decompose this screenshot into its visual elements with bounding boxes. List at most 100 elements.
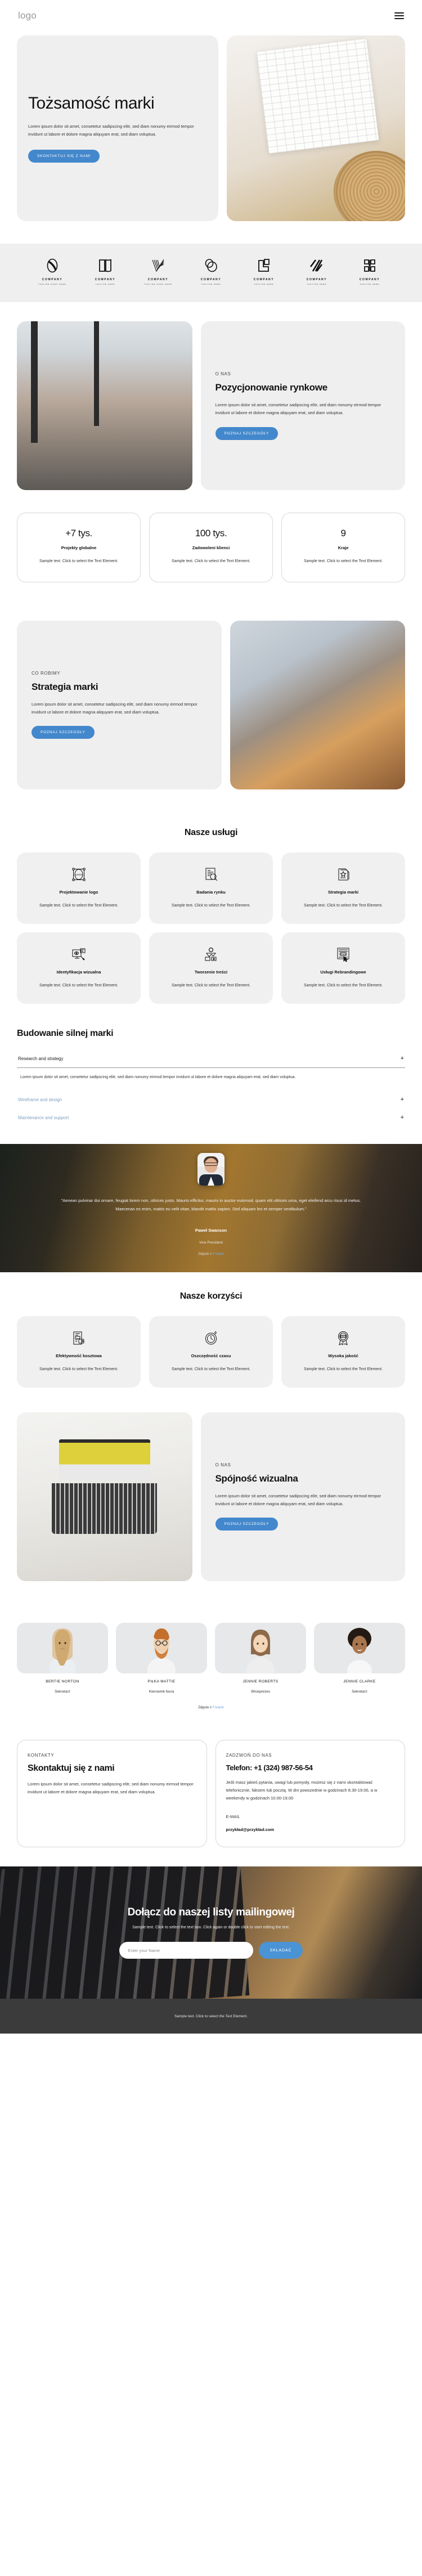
- client-logo-6[interactable]: COMPANY TAGLINE HERE: [298, 257, 336, 285]
- freepik-link[interactable]: Freepik: [213, 1706, 224, 1709]
- client-logo-2[interactable]: COMPANY TAGLINE HERE: [86, 257, 124, 285]
- client-logo-tagline: TAGLINE GOES HERE: [144, 283, 172, 285]
- client-logo-1[interactable]: COMPANY TAGLINE GOES HERE: [33, 257, 71, 285]
- site-logo[interactable]: logo: [18, 10, 37, 21]
- brand-strategy-cta-button[interactable]: POZNAJ SZCZEGÓŁY: [32, 726, 95, 739]
- stat-card: 9 Kraje Sample text. Click to select the…: [281, 513, 405, 582]
- team-section: BERTIE NORTON Sekretarz PIŁKA MATTIE Kie…: [0, 1600, 422, 1723]
- svg-text:BRAND: BRAND: [339, 953, 347, 955]
- hero-title: Tożsamość marki: [28, 93, 155, 113]
- freepik-link[interactable]: Freepik: [213, 1253, 224, 1256]
- plus-icon[interactable]: +: [401, 1096, 404, 1103]
- hero-cta-button[interactable]: SKONTAKTUJ SIĘ Z NAMI: [28, 150, 100, 163]
- phone-number[interactable]: Telefon: +1 (324) 987-56-54: [226, 1763, 395, 1772]
- market-positioning-image: [17, 321, 192, 490]
- brand-strategy-image: [230, 620, 405, 789]
- service-card[interactable]: BRAND Usługi Rebrandingowe Sample text. …: [281, 932, 405, 1004]
- service-description: Sample text. Click to select the Text El…: [39, 983, 118, 988]
- service-title: Identyfikacja wizualna: [56, 969, 101, 975]
- market-positioning-title: Pozycjonowanie rynkowe: [215, 382, 328, 393]
- hamburger-icon[interactable]: [394, 12, 404, 19]
- oval-mono-icon: [46, 257, 59, 274]
- stat-label: Kraje: [338, 545, 349, 550]
- plus-icon[interactable]: +: [401, 1055, 404, 1062]
- service-card[interactable]: Identyfikacja wizualna Sample text. Clic…: [17, 932, 141, 1004]
- service-description: Sample text. Click to select the Text El…: [304, 983, 383, 988]
- testimonial-photo-credit: Zdjęcie z Freepik: [198, 1253, 224, 1256]
- team-member-name: BERTIE NORTON: [46, 1679, 79, 1684]
- market-research-icon: [157, 866, 265, 883]
- client-logo-3[interactable]: COMPANY TAGLINE GOES HERE: [139, 257, 177, 285]
- benefit-card[interactable]: Efektywność kosztowa Sample text. Click …: [17, 1316, 141, 1388]
- plus-icon[interactable]: +: [401, 1114, 404, 1121]
- brand-strategy-paragraph: Lorem ipsum dolor sit amet, consetetur s…: [32, 701, 197, 715]
- service-card[interactable]: Strategia marki Sample text. Click to se…: [281, 852, 405, 924]
- svg-text:LOGO: LOGO: [75, 873, 83, 876]
- visual-consistency-section: O NAS Spójność wizualna Lorem ipsum dolo…: [0, 1393, 422, 1600]
- clock-icon: [157, 1330, 265, 1347]
- service-card[interactable]: LOGO Projektowanie logo Sample text. Cli…: [17, 852, 141, 924]
- email-address[interactable]: przykład@przykład.com: [226, 1827, 395, 1832]
- client-logo-tagline: TAGLINE HERE: [201, 283, 221, 285]
- team-member-card[interactable]: BERTIE NORTON Sekretarz: [17, 1622, 108, 1694]
- testimonial-quote: "Aenean pulvinar dui ornare, feugiat lor…: [61, 1197, 361, 1211]
- market-positioning-eyebrow: O NAS: [215, 371, 231, 377]
- open-book-icon: [98, 257, 113, 274]
- contact-card-primary: KONTAKTY Skontaktuj się z nami Lorem ips…: [17, 1739, 207, 1848]
- client-logo-5[interactable]: COMPANY TAGLINE HERE: [245, 257, 283, 285]
- visual-consistency-eyebrow: O NAS: [215, 1462, 231, 1468]
- logo-design-icon: LOGO: [25, 866, 133, 883]
- service-title: Tworzenie treści: [194, 969, 228, 975]
- quality-badge-icon: QUALITY: [289, 1330, 397, 1347]
- client-logo-tagline: TAGLINE HERE: [95, 283, 115, 285]
- contact-card-phone: ZADZWOŃ DO NAS Telefon: +1 (324) 987-56-…: [215, 1739, 405, 1848]
- accordion-item-wireframe: Wireframe and design +: [17, 1091, 405, 1109]
- hero-image: [226, 35, 405, 221]
- newsletter-content: Dołącz do naszej listy mailingowej Sampl…: [31, 1906, 391, 1959]
- stat-number: +7 tys.: [65, 528, 92, 538]
- newsletter-title: Dołącz do naszej listy mailingowej: [127, 1906, 295, 1919]
- benefit-card[interactable]: Oszczędność czasu Sample text. Click to …: [149, 1316, 273, 1388]
- benefit-card[interactable]: QUALITY Wysoka jakość Sample text. Click…: [281, 1316, 405, 1388]
- service-card[interactable]: Badania rynku Sample text. Click to sele…: [149, 852, 273, 924]
- brand-strategy-icon: [289, 866, 397, 883]
- stat-label: Projekty globalne: [61, 545, 97, 550]
- team-member-card[interactable]: PIŁKA MATTIE Kierownik biura: [116, 1622, 207, 1694]
- newsletter-section: Dołącz do naszej listy mailingowej Sampl…: [0, 1866, 422, 1999]
- team-member-card[interactable]: JENNIE ROBERTS Wiceprezes: [215, 1622, 306, 1694]
- market-positioning-panel: O NAS Pozycjonowanie rynkowe Lorem ipsum…: [200, 321, 405, 490]
- market-positioning-cta-button[interactable]: POZNAJ SZCZEGÓŁY: [215, 427, 279, 440]
- team-member-card[interactable]: JENNIE CLARKE Sekretarz: [314, 1622, 405, 1694]
- brand-strategy-eyebrow: CO ROBIMY: [32, 671, 61, 676]
- content-creation-icon: [157, 946, 265, 963]
- client-logo-tagline: TAGLINE HERE: [254, 283, 274, 285]
- benefit-title: Wysoka jakość: [328, 1353, 358, 1358]
- newsletter-name-input[interactable]: [119, 1942, 253, 1959]
- client-logo-4[interactable]: COMPANY TAGLINE HERE: [192, 257, 230, 285]
- accordion-label: Research and strategy: [18, 1056, 64, 1061]
- stat-description: Sample text. Click to select the Text El…: [304, 559, 383, 563]
- client-logo-name: COMPANY: [95, 278, 116, 281]
- stat-label: Zadowoleni klienci: [192, 545, 230, 550]
- double-circle-icon: [204, 257, 218, 274]
- footer-text: Sample text. Click to select the Text El…: [174, 2014, 248, 2018]
- newsletter-submit-button[interactable]: SKŁADAĆ: [258, 1942, 303, 1959]
- accordion-header[interactable]: Maintenance and support +: [17, 1109, 405, 1127]
- service-title: Badania rynku: [196, 889, 226, 895]
- services-grid: LOGO Projektowanie logo Sample text. Cli…: [17, 852, 405, 1004]
- team-photo-credit: Zdjęcie z Freepik: [17, 1706, 405, 1709]
- service-description: Sample text. Click to select the Text El…: [39, 903, 118, 908]
- client-logo-7[interactable]: COMPANY TAGLINE HERE: [351, 257, 389, 285]
- service-description: Sample text. Click to select the Text El…: [172, 983, 250, 988]
- accordion-header[interactable]: Research and strategy +: [17, 1050, 405, 1067]
- accordion-header[interactable]: Wireframe and design +: [17, 1091, 405, 1109]
- benefits-section: Nasze korzyści Efektywność kosztowa Samp…: [0, 1272, 422, 1393]
- service-card[interactable]: Tworzenie treści Sample text. Click to s…: [149, 932, 273, 1004]
- accordion-title: Budowanie silnej marki: [17, 1028, 114, 1038]
- visual-consistency-paragraph: Lorem ipsum dolor sit amet, consetetur s…: [215, 1493, 381, 1506]
- stat-card: 100 tys. Zadowoleni klienci Sample text.…: [149, 513, 273, 582]
- visual-consistency-cta-button[interactable]: POZNAJ SZCZEGÓŁY: [215, 1518, 279, 1531]
- testimonial-avatar: [197, 1152, 225, 1186]
- client-logo-name: COMPANY: [253, 278, 275, 281]
- accordion-item-research: Research and strategy +: [17, 1050, 405, 1068]
